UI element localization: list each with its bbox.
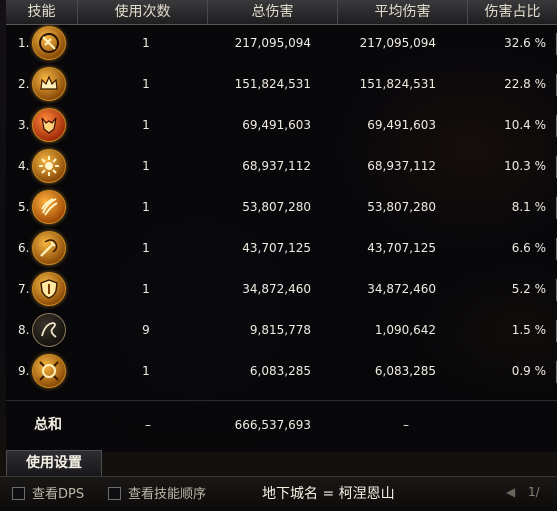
avg-damage: 217,095,094 <box>359 36 436 50</box>
shield-rune-icon <box>32 26 66 60</box>
header-total-damage: 总伤害 <box>208 0 338 24</box>
sum-uses: – <box>145 418 151 432</box>
avg-damage: 69,491,603 <box>367 118 436 132</box>
claw-slash-icon <box>32 190 66 224</box>
table-row: 6. 1 43,707,125 43,707,125 6.6 % <box>6 228 557 269</box>
header-uses: 使用次数 <box>78 0 208 24</box>
avg-damage: 53,807,280 <box>367 200 436 214</box>
page-prev-icon[interactable]: ◀ <box>506 485 515 499</box>
sun-sigil-icon <box>32 149 66 183</box>
uses-count: 1 <box>142 77 150 91</box>
table-row: 3. 1 69,491,603 69,491,603 10.4 % <box>6 105 557 146</box>
damage-share: 1.5 % <box>511 323 546 337</box>
avg-damage: 151,824,531 <box>359 77 436 91</box>
uses-count: 9 <box>142 323 150 337</box>
uses-count: 1 <box>142 241 150 255</box>
total-damage: 217,095,094 <box>234 36 311 50</box>
table-row: 8. 9 9,815,778 1,090,642 1.5 % <box>6 310 557 351</box>
dungeon-name-label: 地下城名 = 柯涅恩山 <box>262 486 395 502</box>
damage-share: 10.4 % <box>504 118 546 132</box>
total-damage: 68,937,112 <box>242 159 311 173</box>
sum-row: 总和 – 666,537,693 – <box>6 405 557 446</box>
uses-count: 1 <box>142 36 150 50</box>
view-skill-order-label[interactable]: 查看技能顺序 <box>128 483 206 502</box>
total-damage: 34,872,460 <box>242 282 311 296</box>
view-dps-checkbox[interactable] <box>12 487 25 500</box>
table-header: 技能 使用次数 总伤害 平均伤害 伤害占比 <box>6 0 557 25</box>
uses-count: 1 <box>142 282 150 296</box>
damage-share: 5.2 % <box>511 282 546 296</box>
sum-avg-damage: – <box>403 418 409 432</box>
total-damage: 9,815,778 <box>249 323 311 337</box>
sum-total-damage: 666,537,693 <box>234 418 311 432</box>
fox-demon-icon <box>32 108 66 142</box>
total-damage: 6,083,285 <box>249 364 311 378</box>
total-damage: 69,491,603 <box>242 118 311 132</box>
crown-icon <box>32 67 66 101</box>
damage-share: 8.1 % <box>511 200 546 214</box>
avg-damage: 1,090,642 <box>374 323 436 337</box>
uses-count: 1 <box>142 159 150 173</box>
guard-shield-icon <box>32 272 66 306</box>
ring-burst-icon <box>32 354 66 388</box>
view-skill-order-checkbox[interactable] <box>108 487 121 500</box>
avg-damage: 43,707,125 <box>367 241 436 255</box>
damage-share: 22.8 % <box>504 77 546 91</box>
header-damage-share: 伤害占比 <box>484 4 541 20</box>
table-row: 4. 1 68,937,112 68,937,112 10.3 % <box>6 146 557 187</box>
total-damage: 151,824,531 <box>234 77 311 91</box>
table-row: 7. 1 34,872,460 34,872,460 5.2 % <box>6 269 557 310</box>
avg-damage: 34,872,460 <box>367 282 436 296</box>
spiral-sword-icon <box>32 231 66 265</box>
page-indicator: 1/ <box>528 485 540 499</box>
total-damage: 53,807,280 <box>242 200 311 214</box>
whip-icon <box>32 313 66 347</box>
table-row: 2. 1 151,824,531 151,824,531 22.8 % <box>6 64 557 105</box>
total-damage: 43,707,125 <box>242 241 311 255</box>
uses-count: 1 <box>142 200 150 214</box>
bottom-bar: 查看DPS 查看技能顺序 地下城名 = 柯涅恩山 ◀ 1/ <box>0 476 557 511</box>
damage-share: 6.6 % <box>511 241 546 255</box>
damage-share: 10.3 % <box>504 159 546 173</box>
sum-label: 总和 <box>34 417 62 433</box>
damage-share: 0.9 % <box>511 364 546 378</box>
avg-damage: 6,083,285 <box>374 364 436 378</box>
tab-settings[interactable]: 使用设置 <box>6 450 102 476</box>
table-row: 1. 1 217,095,094 217,095,094 32.6 % <box>6 23 557 64</box>
view-dps-label[interactable]: 查看DPS <box>32 483 84 502</box>
uses-count: 1 <box>142 364 150 378</box>
table-row: 9. 1 6,083,285 6,083,285 0.9 % <box>6 351 557 392</box>
sum-divider <box>6 400 557 401</box>
table-row: 5. 1 53,807,280 53,807,280 8.1 % <box>6 187 557 228</box>
damage-share: 32.6 % <box>504 36 546 50</box>
header-avg-damage: 平均伤害 <box>338 0 468 24</box>
uses-count: 1 <box>142 118 150 132</box>
header-skill: 技能 <box>6 0 78 24</box>
avg-damage: 68,937,112 <box>367 159 436 173</box>
